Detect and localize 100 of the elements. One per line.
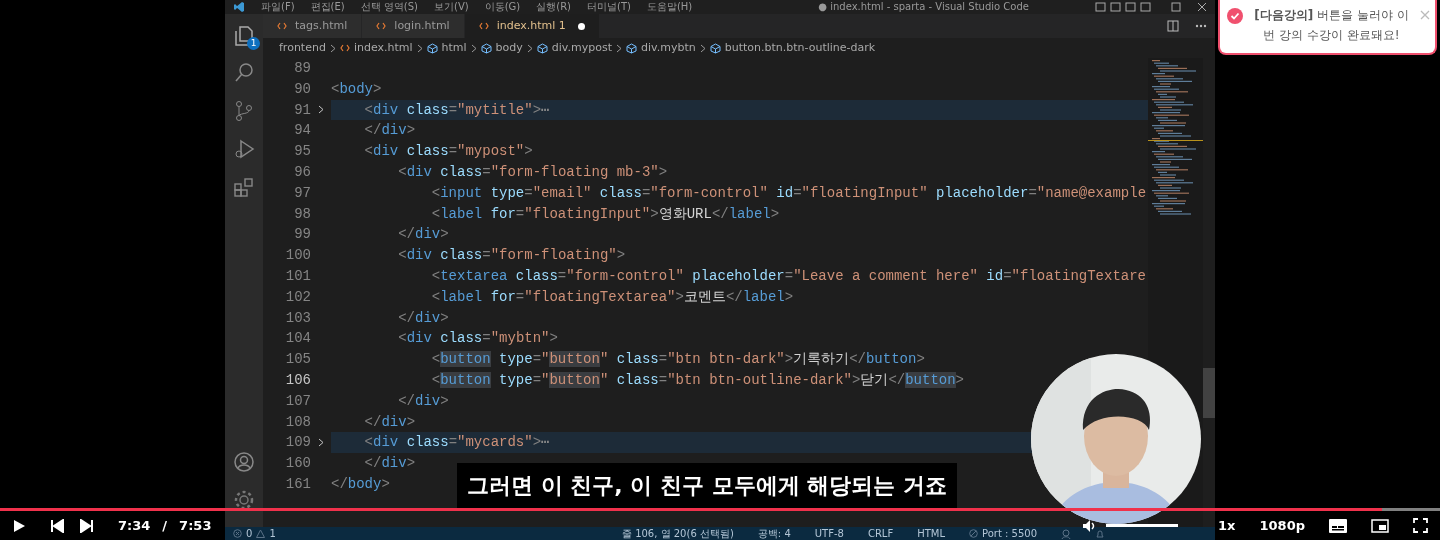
chevron-icon[interactable] (318, 105, 324, 115)
subtitle-caption: 그러면 이 친구, 이 친구 모두에게 해당되는 거죠 (457, 463, 957, 509)
line-number: 108 (284, 412, 311, 432)
cube-icon (480, 42, 492, 54)
line-number: 107 (284, 391, 311, 411)
no-entry-icon (969, 529, 978, 538)
cube-icon (536, 42, 548, 54)
code-line: </div> (397, 391, 449, 411)
code-line: </body> (331, 474, 390, 494)
code-line: <button type="button" class="btn btn-outline-dark">닫기</button> (430, 370, 964, 390)
code-line: </div> (363, 454, 416, 474)
play-icon[interactable] (12, 518, 26, 533)
code-file-icon (277, 22, 287, 30)
status-item[interactable]: UTF-8 (814, 527, 844, 540)
error-icon[interactable] (233, 529, 242, 538)
files-icon[interactable] (233, 23, 255, 46)
chevron-icon (329, 43, 336, 53)
more-icon[interactable] (1195, 24, 1207, 28)
error-count[interactable]: 0 (246, 527, 253, 540)
scrollbar-thumb[interactable] (1203, 368, 1215, 418)
chevron-icon (616, 43, 622, 53)
menu-item[interactable]: 파일(F) (261, 1, 295, 13)
code-line: <input type="email" class="form-control" id="floatingInput" placeholder="name@example (430, 183, 1147, 203)
chevron-icon[interactable] (318, 438, 324, 448)
cube-icon (709, 42, 721, 54)
line-number: 104 (284, 329, 311, 349)
warning-count[interactable]: 1 (269, 527, 276, 540)
editor-tab[interactable]: login.html (362, 14, 465, 38)
menu-item[interactable]: 선택 영역(S) (360, 1, 419, 13)
status-item[interactable]: 줄 106, 열 20(6 선택됨) (621, 527, 734, 540)
code-file-icon (339, 44, 350, 52)
breadcrumb-item[interactable]: index.html (353, 39, 413, 57)
code-line: </div> (363, 121, 416, 141)
editor-tab[interactable]: tags.html (263, 14, 363, 38)
quality-button[interactable]: 1080p (1259, 515, 1305, 536)
next-icon[interactable] (80, 518, 94, 533)
picture-in-picture-icon[interactable] (1371, 518, 1389, 533)
search-icon[interactable] (233, 62, 255, 84)
status-item[interactable]: Port : 5500 (982, 527, 1037, 540)
account-icon[interactable] (233, 451, 255, 473)
status-item[interactable]: HTML (917, 527, 945, 540)
maximize-icon[interactable] (1171, 2, 1181, 12)
unsaved-dot (577, 22, 585, 30)
line-number: 95 (293, 142, 311, 162)
code-line: <label for="floatingInput">영화URL</label> (430, 204, 780, 224)
settings-icon[interactable] (233, 489, 255, 511)
menu-item[interactable]: 편집(E) (310, 1, 345, 13)
line-number: 98 (293, 204, 311, 224)
code-line: </div> (397, 225, 449, 245)
warning-icon[interactable] (256, 529, 266, 538)
menu-item[interactable]: 실행(R) (536, 1, 571, 13)
code-line: <div class="form-floating"> (397, 246, 626, 266)
breadcrumb-item[interactable]: frontend (279, 39, 326, 57)
breadcrumb-item[interactable]: html (441, 39, 467, 57)
breadcrumb-item[interactable]: button.btn.btn-outline-dark (724, 39, 876, 57)
code-line: <div class="mypost"> (363, 142, 533, 162)
menu-item[interactable]: 터미널(T) (587, 1, 631, 13)
line-number: 103 (284, 308, 311, 328)
cube-icon (426, 42, 438, 54)
line-number: 100 (284, 246, 311, 266)
feedback-icon[interactable] (1061, 528, 1071, 539)
line-number: 102 (284, 287, 311, 307)
line-number: 109 (284, 433, 311, 453)
code-line: <button type="button" class="btn btn-dark">기록하기</button> (430, 350, 925, 370)
breadcrumb-item[interactable]: div.mybtn (641, 39, 696, 57)
menu-item[interactable]: 이동(G) (484, 1, 521, 13)
volume-slider[interactable] (1106, 524, 1179, 527)
status-item[interactable]: CRLF (867, 527, 894, 540)
source-control-icon[interactable] (233, 100, 255, 122)
code-line: <label for="floatingTextarea">코멘트</label> (430, 287, 794, 307)
run-debug-icon[interactable] (233, 138, 255, 160)
code-line: <body> (331, 79, 382, 99)
extensions-icon[interactable] (233, 176, 255, 198)
previous-icon[interactable] (50, 518, 64, 533)
toast-message: [다음강의] 버튼을 눌러야 이번 강의 수강이 완료돼요! (1253, 7, 1410, 44)
code-line: <div class="mybtn"> (397, 329, 558, 349)
menu-item[interactable]: 보기(V) (434, 1, 469, 13)
line-number: 97 (293, 183, 311, 203)
line-number: 94 (293, 121, 311, 141)
chevron-icon (526, 43, 533, 53)
editor-tab[interactable]: index.html 1 (464, 14, 600, 38)
line-number: 101 (284, 266, 311, 286)
speed-button[interactable]: 1x (1218, 515, 1236, 536)
close-icon[interactable] (1197, 2, 1207, 12)
breadcrumb-item[interactable]: div.mypost (551, 39, 612, 57)
current-time: 7:34 (118, 516, 151, 535)
split-editor-icon[interactable] (1167, 20, 1179, 32)
line-number: 160 (284, 454, 311, 474)
breadcrumb-item[interactable]: body (495, 39, 523, 57)
chevron-icon (470, 43, 477, 53)
fullscreen-icon[interactable] (1413, 518, 1428, 533)
code-file-icon (478, 22, 489, 30)
menu-item[interactable]: 도움말(H) (646, 1, 693, 13)
chevron-icon (699, 43, 706, 53)
code-line: </div> (363, 412, 416, 432)
subtitles-icon[interactable] (1329, 518, 1347, 533)
cube-icon (626, 42, 637, 54)
status-item[interactable]: 공백: 4 (757, 527, 791, 540)
line-number: 89 (293, 59, 311, 78)
time-separator: / (161, 516, 169, 535)
